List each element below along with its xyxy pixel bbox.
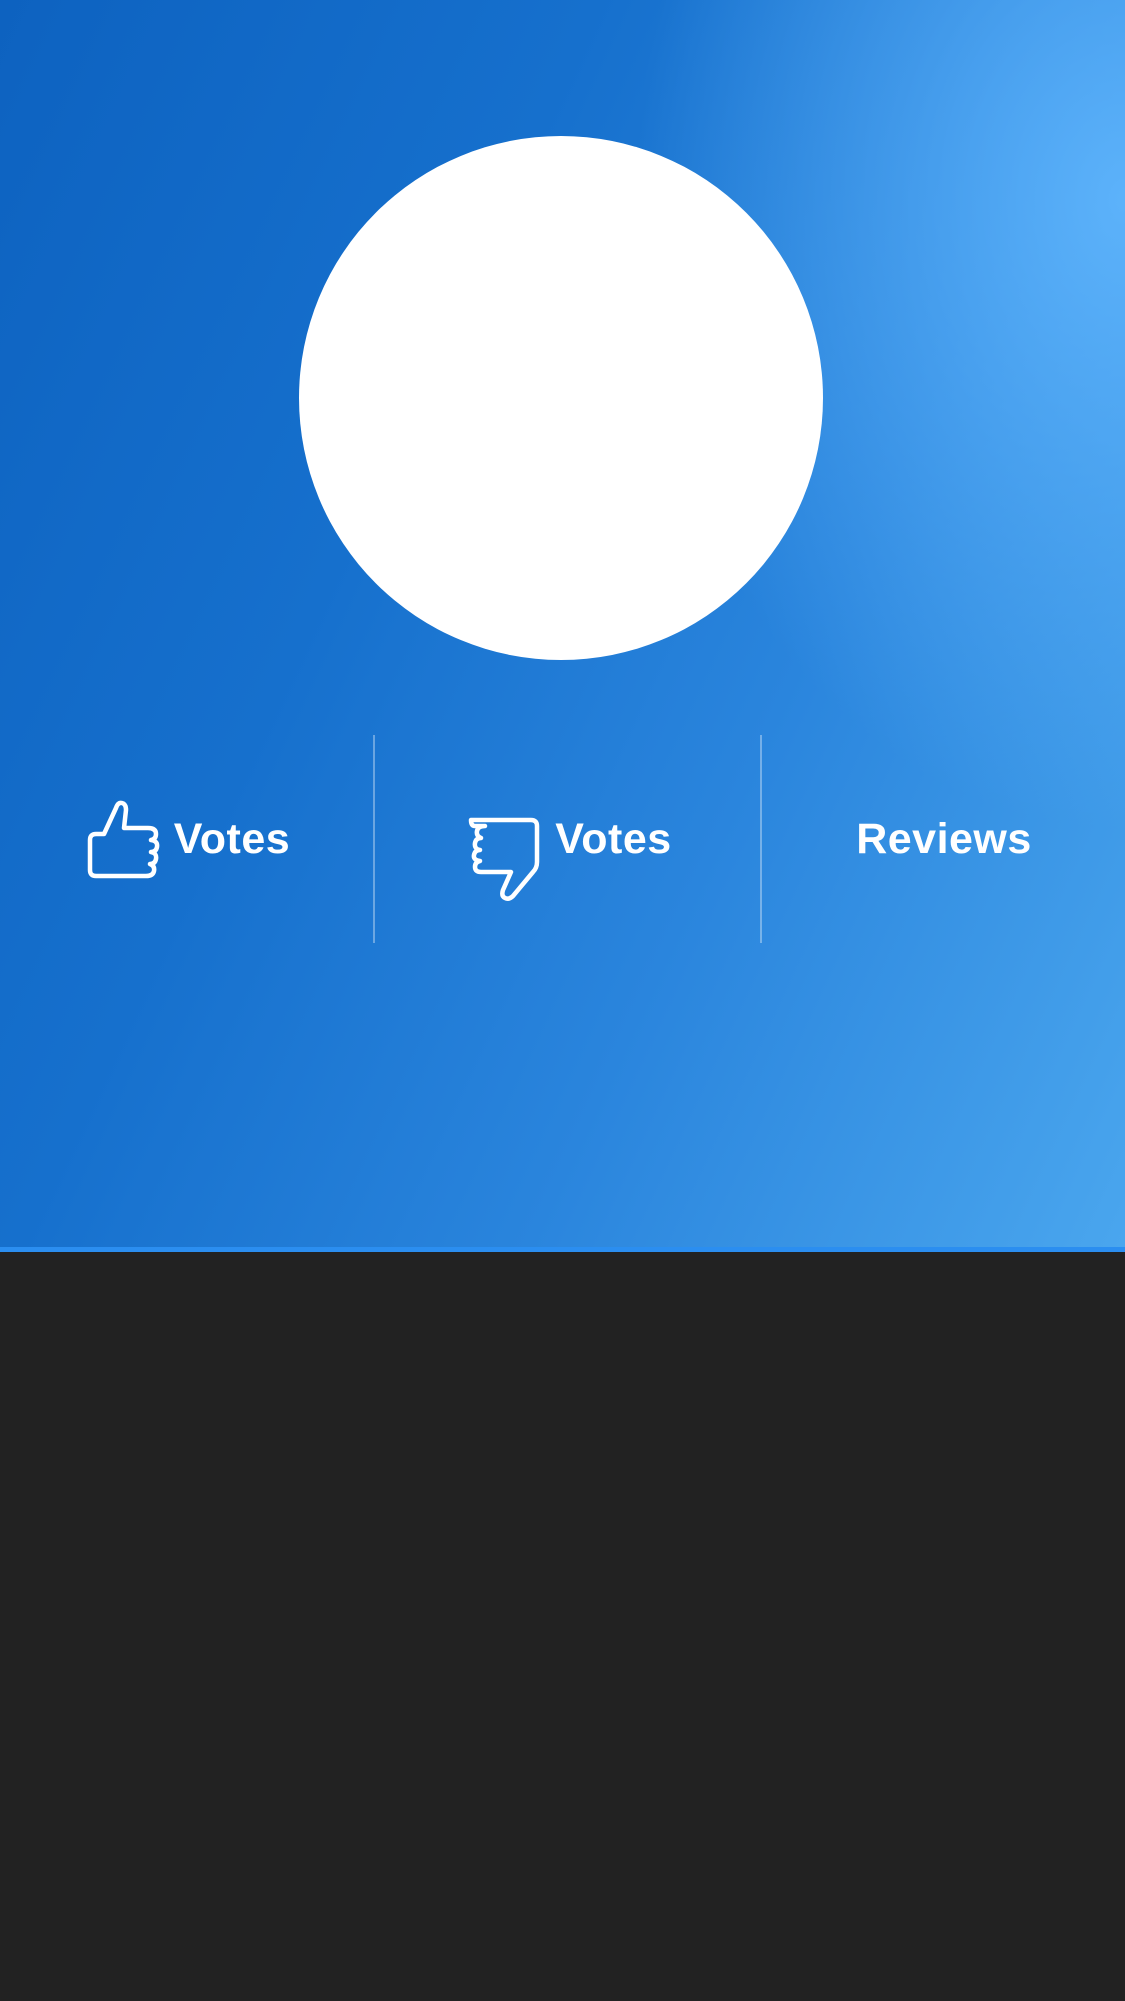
content-area xyxy=(0,1252,1125,2001)
stat-divider xyxy=(760,735,762,943)
thumbs-up-icon xyxy=(84,794,164,884)
thumbs-down-icon xyxy=(465,812,545,902)
profile-screen: Votes Votes Reviews xyxy=(0,0,1125,2001)
upvotes-label: Votes xyxy=(173,814,291,863)
downvotes-stat[interactable]: Votes xyxy=(376,735,761,943)
avatar[interactable] xyxy=(299,136,823,660)
profile-header: Votes Votes Reviews xyxy=(0,0,1125,1250)
reviews-stat[interactable]: Reviews xyxy=(763,735,1125,943)
downvotes-label: Votes xyxy=(555,814,672,863)
stat-divider xyxy=(373,735,375,943)
stats-row: Votes Votes Reviews xyxy=(0,735,1125,943)
reviews-label: Reviews xyxy=(856,814,1032,863)
upvotes-stat[interactable]: Votes xyxy=(0,735,374,943)
